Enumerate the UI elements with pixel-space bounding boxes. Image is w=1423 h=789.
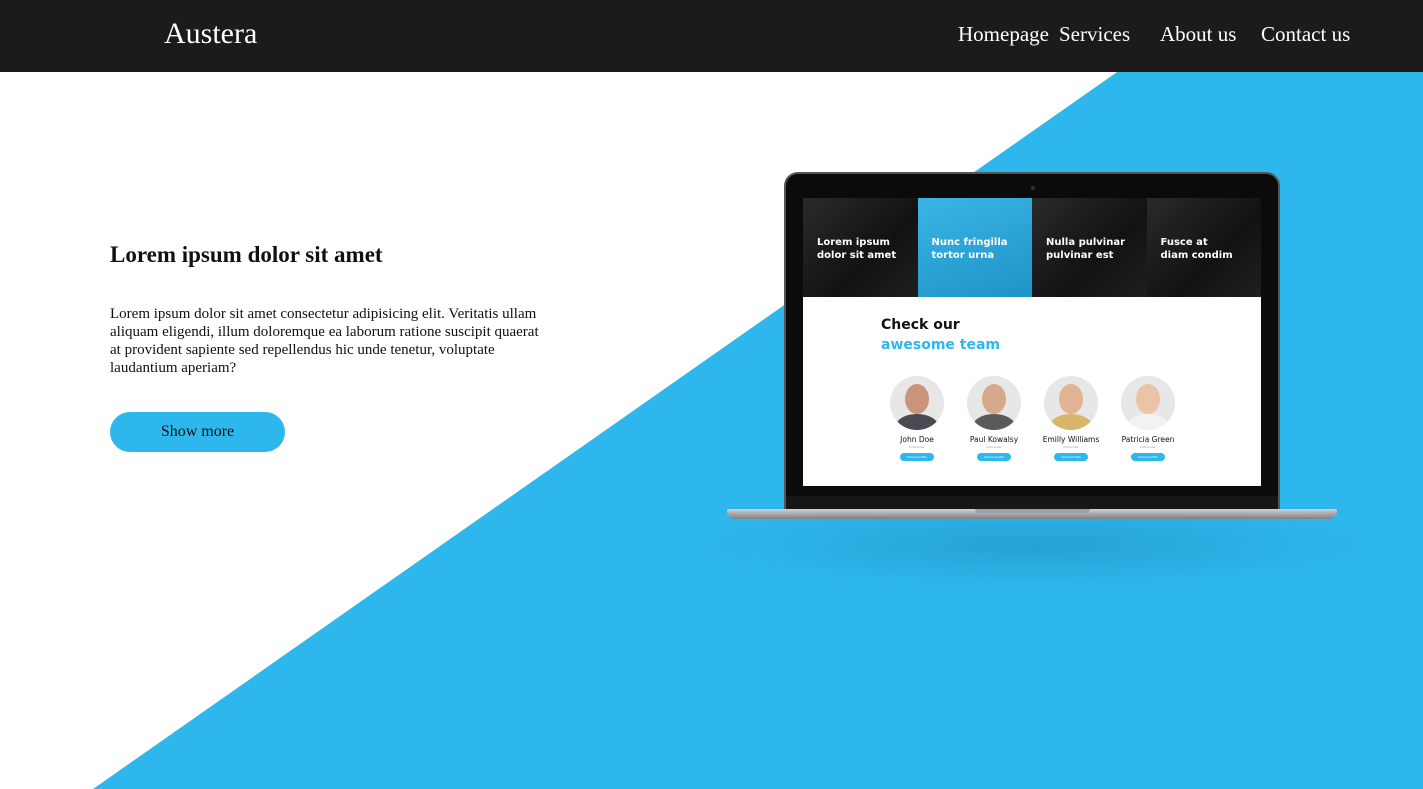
nav-link-homepage[interactable]: Homepage [958,22,1049,47]
screen-tile: Fusce at diam condim [1146,198,1261,297]
nav-link-services[interactable]: Services [1059,22,1130,47]
team-member: Emilly Williams Cofounder Check profile [1036,376,1106,461]
brand-logo[interactable]: Austera [164,17,257,51]
show-more-button[interactable]: Show more [110,412,285,452]
member-name: Paul Kowalsy [969,435,1019,444]
screen-tile-text: Nulla pulvinar pulvinar est [1046,237,1126,261]
team-member: John Doe Cofounder Check profile [882,376,952,461]
avatar [1121,376,1175,430]
avatar [890,376,944,430]
check-profile-button: Check profile [1054,453,1088,461]
laptop-base-notch [975,509,1090,513]
screen-tiles: Lorem ipsum dolor sit amet Nunc fringill… [803,198,1261,297]
team-member: Patricia Green Cofounder Check profile [1113,376,1183,461]
laptop-image: Lorem ipsum dolor sit amet Nunc fringill… [727,172,1337,524]
screen-tile-text: Nunc fringilla tortor urna [931,237,1008,261]
navbar: Austera Homepage Services About us Conta… [0,0,1423,72]
screen-tile-text: Fusce at diam condim [1160,237,1233,261]
screen-tile: Nulla pulvinar pulvinar est [1032,198,1147,297]
team-heading-line2: awesome team [881,337,1001,353]
screen-bezel-bottom [786,496,1278,510]
check-profile-button: Check profile [1131,453,1165,461]
camera-dot [1031,186,1035,190]
avatar [1044,376,1098,430]
member-role: Cofounder [986,445,1002,449]
screen-tile: Lorem ipsum dolor sit amet [803,198,918,297]
screen-tile-text: Lorem ipsum dolor sit amet [817,237,897,261]
team-heading-line1: Check our [881,317,960,333]
laptop-screen: Lorem ipsum dolor sit amet Nunc fringill… [803,198,1261,486]
screen-tile-active: Nunc fringilla tortor urna [917,198,1032,297]
nav-link-contact-us[interactable]: Contact us [1261,22,1350,47]
member-role: Cofounder [1063,445,1079,449]
hero-title: Lorem ipsum dolor sit amet [110,242,383,267]
member-name: Emilly Williams [1042,435,1100,444]
hero-description: Lorem ipsum dolor sit amet consectetur a… [110,306,539,376]
member-role: Cofounder [909,445,925,449]
member-name: Patricia Green [1121,435,1175,444]
check-profile-button: Check profile [900,453,934,461]
member-role: Cofounder [1140,445,1156,449]
member-name: John Doe [900,435,934,444]
nav-link-about-us[interactable]: About us [1160,22,1236,47]
team-member: Paul Kowalsy Cofounder Check profile [959,376,1029,461]
check-profile-button: Check profile [977,453,1011,461]
avatar [967,376,1021,430]
laptop-lid: Lorem ipsum dolor sit amet Nunc fringill… [784,172,1280,512]
